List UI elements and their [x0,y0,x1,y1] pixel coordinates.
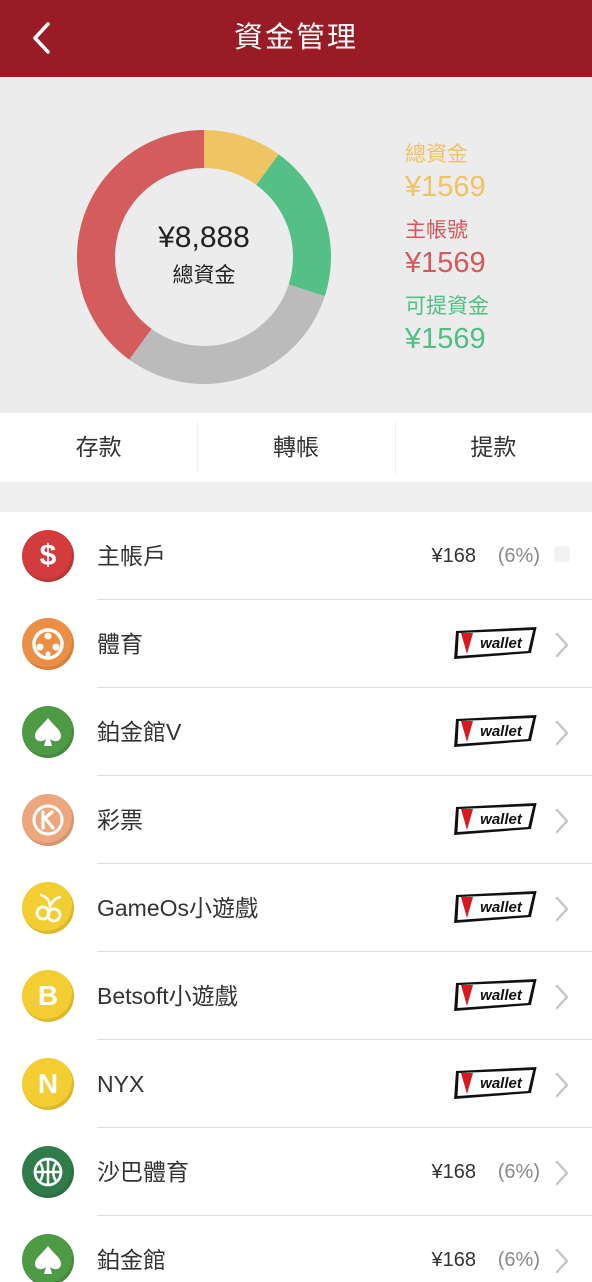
dollar-icon: $ [22,530,74,582]
account-percent: (6%) [497,1249,540,1271]
legend-main-account-value: ¥1569 [405,247,486,279]
spade-icon [22,1234,74,1282]
legend-main-account: 主帳號 ¥1569 [405,217,489,293]
account-row[interactable]: GameOs小遊戲 wallet [0,864,592,952]
chevron-right-icon [554,895,570,923]
account-row[interactable]: 體育 wallet [0,600,592,688]
account-percent: (6%) [497,545,540,567]
vwallet-logo-text: wallet [480,635,523,652]
chevron-right-icon [554,1247,570,1275]
legend-main-account-label: 主帳號 [405,219,468,242]
spade-icon [22,706,74,758]
vwallet-logo: wallet [454,976,540,1016]
account-row[interactable]: B Betsoft小遊戲 wallet [0,952,592,1040]
legend-withdrawable-label: 可提資金 [405,295,489,318]
chevron-right-icon [554,1071,570,1099]
vwallet-logo-text: wallet [480,723,523,740]
vwallet-logo-text: wallet [480,987,523,1004]
chevron-right-icon [554,807,570,835]
vwallet-logo: wallet [454,624,540,664]
legend-total-value: ¥1569 [405,171,486,203]
vwallet-logo-text: wallet [480,1075,523,1092]
account-balance: ¥168 [431,545,477,567]
account-row[interactable]: N NYX wallet [0,1040,592,1128]
account-row[interactable]: 鉑金館V wallet [0,688,592,776]
account-row[interactable]: 彩票 wallet [0,776,592,864]
basketball-icon [22,1146,74,1198]
legend-total-label: 總資金 [405,143,468,166]
row-checkbox[interactable] [554,546,570,562]
soccer-ball-icon [22,618,74,670]
account-name: 主帳戶 [97,543,166,569]
chevron-right-icon [554,983,570,1011]
transfer-button[interactable]: 轉帳 [197,413,394,482]
account-name: NYX [97,1071,145,1097]
total-funds-label: 總資金 [172,264,236,287]
account-name: 鉑金館 [97,1247,166,1273]
funds-summary: ¥8,888 總資金 總資金 ¥1569 主帳號 ¥1569 可提資金 ¥156… [0,77,592,413]
account-row[interactable]: $ 主帳戶 ¥168 (6%) [0,512,592,600]
funds-legend: 總資金 ¥1569 主帳號 ¥1569 可提資金 ¥1569 [405,141,489,369]
chevron-right-icon [554,719,570,747]
account-name: 鉑金館V [97,719,182,745]
vwallet-logo: wallet [454,800,540,840]
account-row[interactable]: 沙巴體育 ¥168 (6%) [0,1128,592,1216]
total-funds-amount: ¥8,888 [158,221,250,254]
action-bar: 存款 轉帳 提款 [0,413,592,482]
account-name: 體育 [97,631,143,657]
account-name: GameOs小遊戲 [97,895,259,921]
account-list: $ 主帳戶 ¥168 (6%) 體育 wallet 鉑金館V wallet 彩票 wallet Ga… [0,512,592,1282]
lottery-k-icon [22,794,74,846]
chevron-right-icon [554,631,570,659]
vwallet-logo-text: wallet [480,811,523,828]
account-name: 彩票 [97,807,143,833]
account-name: 沙巴體育 [97,1159,189,1185]
account-balance: ¥168 [431,1249,477,1271]
deposit-button[interactable]: 存款 [0,413,197,482]
account-name: Betsoft小遊戲 [97,983,238,1009]
vwallet-logo: wallet [454,888,540,928]
legend-withdrawable-value: ¥1569 [405,323,486,355]
legend-total: 總資金 ¥1569 [405,141,489,217]
withdraw-button[interactable]: 提款 [394,413,592,482]
cherry-icon [22,882,74,934]
chevron-right-icon [554,1159,570,1187]
letter-b-icon: B [22,970,74,1022]
page-title: 資金管理 [233,22,358,54]
top-bar: 資金管理 [0,0,592,77]
account-balance: ¥168 [431,1161,477,1183]
account-percent: (6%) [497,1161,540,1183]
vwallet-logo: wallet [454,712,540,752]
vwallet-logo-text: wallet [480,899,523,916]
vwallet-logo: wallet [454,1064,540,1104]
funds-donut-chart: ¥8,888 總資金 [76,129,332,385]
letter-n-icon: N [22,1058,74,1110]
account-row[interactable]: 鉑金館 ¥168 (6%) [0,1216,592,1282]
legend-withdrawable: 可提資金 ¥1569 [405,293,489,369]
